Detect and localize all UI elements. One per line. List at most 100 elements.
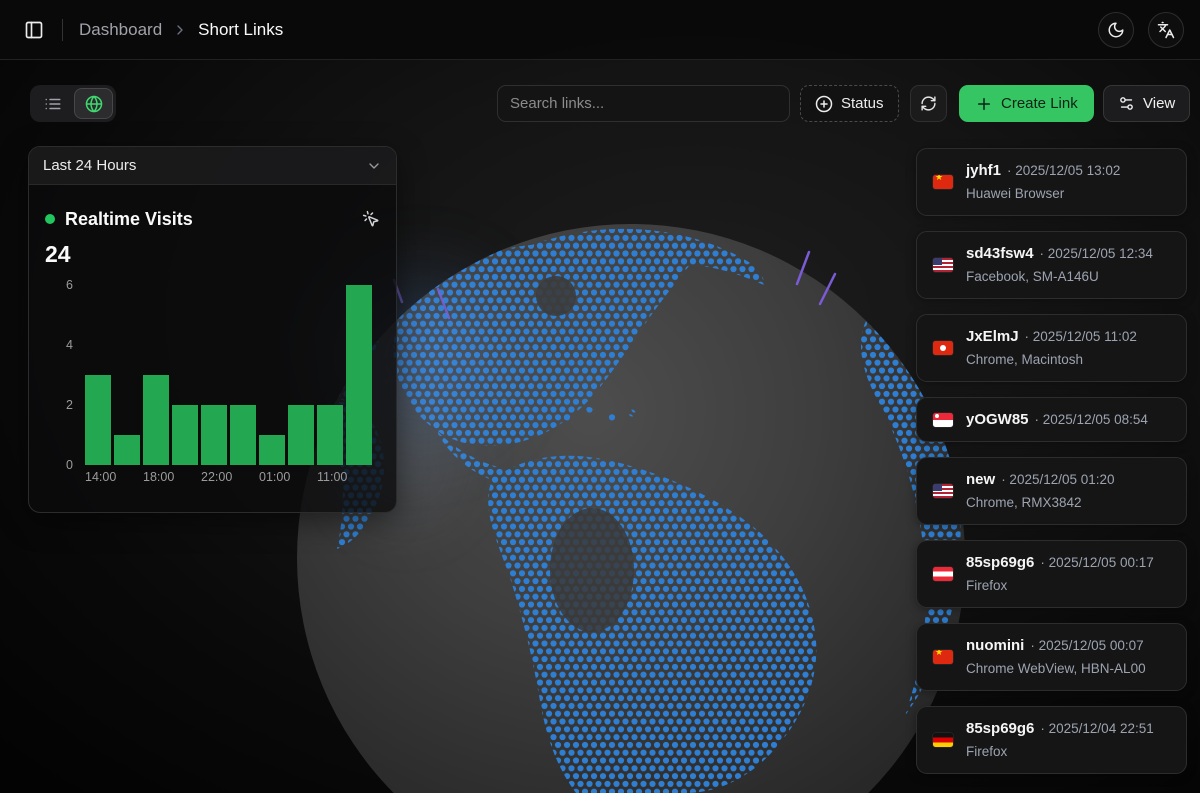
- x-tick-label: [288, 470, 314, 484]
- live-indicator-dot: [45, 214, 55, 224]
- panel-title: Realtime Visits: [65, 209, 193, 230]
- search-input[interactable]: [497, 85, 790, 122]
- x-tick-label: [346, 470, 372, 484]
- x-tick-label: 18:00: [143, 470, 169, 484]
- y-tick-label: 0: [66, 458, 73, 472]
- create-link-button[interactable]: Create Link: [959, 85, 1094, 122]
- link-slug: yOGW85: [966, 411, 1029, 428]
- status-label: Status: [841, 95, 884, 112]
- link-visit-card[interactable]: new· 2025/12/05 01:20Chrome, RMX3842: [916, 457, 1187, 525]
- visit-timestamp: · 2025/12/05 08:54: [1035, 412, 1148, 427]
- x-tick-label: [114, 470, 140, 484]
- visit-device-detail: Chrome, Macintosh: [966, 351, 1137, 368]
- theme-toggle-button[interactable]: [1098, 12, 1134, 48]
- languages-icon: [1157, 21, 1175, 39]
- card-content: yOGW85 · 2025/12/05 08:54: [966, 411, 1148, 428]
- list-view-button[interactable]: [33, 88, 72, 119]
- link-slug: jyhf1: [966, 162, 1001, 179]
- link-visit-card[interactable]: 85sp69g6 · 2025/12/05 00:17 Firefox: [916, 540, 1187, 608]
- chart-bar: [230, 405, 256, 465]
- link-visit-card[interactable]: nuomini · 2025/12/05 00:07 Chrome WebView,…: [916, 623, 1187, 691]
- link-slug: 85sp69g6: [966, 720, 1034, 737]
- globe-icon: [85, 95, 103, 113]
- view-options-label: View: [1143, 95, 1175, 112]
- toolbar: Status Create Link View: [0, 85, 1200, 122]
- country-flag-icon-sg: [933, 413, 953, 427]
- card-content: JxElmJ· 2025/12/05 11:02Chrome, Macintos…: [966, 328, 1137, 368]
- chart-bar: [317, 405, 343, 465]
- refresh-button[interactable]: [910, 85, 947, 122]
- breadcrumb-current: Short Links: [198, 20, 283, 40]
- status-filter-button[interactable]: Status: [800, 85, 899, 122]
- link-visit-card[interactable]: sd43fsw4 · 2025/12/05 12:34 Facebook, SM-A…: [916, 231, 1187, 299]
- x-tick-label: [230, 470, 256, 484]
- country-flag-icon-cn: [933, 650, 953, 664]
- card-content: jyhf1 · 2025/12/05 13:02 Huawei Browser: [966, 162, 1120, 202]
- chart-bar: [143, 375, 169, 465]
- time-range-select[interactable]: Last 24 Hours: [29, 147, 396, 185]
- card-content: new· 2025/12/05 01:20Chrome, RMX3842: [966, 471, 1115, 511]
- visit-timestamp: · 2025/12/05 00:07: [1030, 638, 1143, 653]
- link-slug: 85sp69g6: [966, 554, 1034, 571]
- visit-device-detail: Huawei Browser: [966, 185, 1120, 202]
- visit-timestamp: · 2025/12/05 13:02: [1007, 163, 1120, 178]
- link-visit-card[interactable]: JxElmJ· 2025/12/05 11:02Chrome, Macintos…: [916, 314, 1187, 382]
- visit-timestamp: · 2025/12/04 22:51: [1040, 721, 1153, 736]
- sliders-icon: [1118, 95, 1135, 112]
- y-tick-label: 4: [66, 338, 73, 352]
- visit-device-detail: Firefox: [966, 577, 1154, 594]
- visit-timestamp: · 2025/12/05 12:34: [1040, 246, 1153, 261]
- time-range-label: Last 24 Hours: [43, 157, 136, 174]
- y-tick-label: 6: [66, 278, 73, 292]
- visit-timestamp: · 2025/12/05 11:02: [1025, 329, 1137, 344]
- divider: [62, 19, 63, 41]
- chevron-down-icon: [366, 158, 382, 174]
- globe-view-button[interactable]: [74, 88, 113, 119]
- link-visit-card[interactable]: yOGW85 · 2025/12/05 08:54: [916, 397, 1187, 442]
- visit-count: 24: [45, 241, 380, 267]
- chart-bar: [288, 405, 314, 465]
- x-tick-label: 11:00: [317, 470, 343, 484]
- country-flag-icon-cn: [933, 175, 953, 189]
- visit-device-detail: Chrome WebView, HBN-AL00: [966, 660, 1146, 677]
- link-slug: nuomini: [966, 637, 1024, 654]
- circle-plus-icon: [815, 95, 833, 113]
- realtime-panel: Last 24 Hours Realtime Visits 24 6420 14…: [28, 146, 397, 513]
- link-slug: sd43fsw4: [966, 245, 1034, 262]
- breadcrumb: Dashboard Short Links: [79, 20, 283, 40]
- country-flag-icon-us: [933, 484, 953, 498]
- chart-bars: [85, 285, 380, 465]
- card-content: 85sp69g6 · 2025/12/04 22:51 Firefox: [966, 720, 1154, 760]
- chevron-right-icon: [172, 22, 188, 38]
- link-visit-card[interactable]: jyhf1 · 2025/12/05 13:02 Huawei Browser: [916, 148, 1187, 216]
- mouse-pointer-click-icon: [362, 210, 380, 228]
- create-link-label: Create Link: [1001, 95, 1078, 112]
- visit-timestamp: · 2025/12/05 00:17: [1040, 555, 1153, 570]
- view-options-button[interactable]: View: [1103, 85, 1190, 122]
- sidebar-toggle-button[interactable]: [16, 12, 52, 48]
- country-flag-icon-at: [933, 567, 953, 581]
- x-tick-label: 22:00: [201, 470, 227, 484]
- visit-device-detail: Firefox: [966, 743, 1154, 760]
- chart-bar: [346, 285, 372, 465]
- x-tick-label: 14:00: [85, 470, 111, 484]
- chart-bar: [114, 435, 140, 465]
- refresh-icon: [920, 95, 937, 112]
- link-visit-card[interactable]: 85sp69g6 · 2025/12/04 22:51 Firefox: [916, 706, 1187, 774]
- visit-timestamp: · 2025/12/05 01:20: [1001, 472, 1114, 487]
- moon-icon: [1107, 21, 1125, 39]
- language-button[interactable]: [1148, 12, 1184, 48]
- chart-bar: [85, 375, 111, 465]
- breadcrumb-dashboard-link[interactable]: Dashboard: [79, 20, 162, 40]
- topbar: Dashboard Short Links: [0, 0, 1200, 60]
- x-tick-label: [172, 470, 198, 484]
- chart-plot: 14:0018:0022:0001:0011:00: [85, 285, 380, 484]
- visit-device-detail: Facebook, SM-A146U: [966, 268, 1153, 285]
- topbar-actions: [1098, 12, 1184, 48]
- country-flag-icon-hk: [933, 341, 953, 355]
- card-content: nuomini · 2025/12/05 00:07 Chrome WebView,…: [966, 637, 1146, 677]
- chart-bar: [201, 405, 227, 465]
- list-icon: [44, 95, 62, 113]
- chart-bar: [259, 435, 285, 465]
- card-content: sd43fsw4 · 2025/12/05 12:34 Facebook, SM-A…: [966, 245, 1153, 285]
